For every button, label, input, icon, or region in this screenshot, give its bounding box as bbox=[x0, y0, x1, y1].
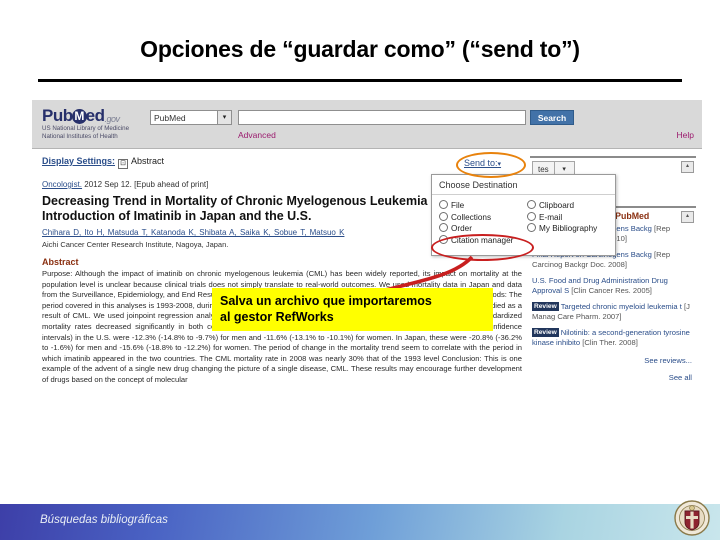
option-label: File bbox=[451, 201, 465, 210]
destination-column-right: Clipboard E-mail My Bibliography bbox=[527, 200, 615, 246]
tagline-line-2: National Institutes of Health bbox=[42, 133, 118, 140]
journal-link[interactable]: Oncologist. bbox=[42, 180, 82, 189]
callout-box: Salva un archivo que importaremos al ges… bbox=[212, 288, 493, 331]
university-crest-icon bbox=[674, 500, 710, 536]
logo-suffix-gov: .gov bbox=[104, 114, 120, 124]
logo-text-post: ed bbox=[85, 106, 105, 125]
chevron-down-icon[interactable]: ▾ bbox=[217, 111, 231, 124]
citation-manager-highlight-ellipse bbox=[431, 234, 534, 261]
collapse-icon[interactable]: ▴ bbox=[681, 211, 694, 223]
pubmed-header: Pub Med.gov US National Library of Medici… bbox=[32, 100, 702, 149]
destination-option-my-bibliography[interactable]: My Bibliography bbox=[527, 223, 615, 235]
search-button[interactable]: Search bbox=[530, 110, 574, 125]
pubmed-screenshot: Pub Med.gov US National Library of Medici… bbox=[32, 100, 702, 482]
collapse-icon[interactable]: ▴ bbox=[681, 161, 694, 173]
page-title: Opciones de “guardar como” (“send to”) bbox=[140, 36, 580, 62]
option-label: E-mail bbox=[539, 212, 563, 222]
send-to-highlight-ellipse bbox=[456, 152, 526, 178]
destination-option-clipboard[interactable]: Clipboard bbox=[527, 200, 615, 212]
review-badge: Review bbox=[532, 328, 559, 337]
abstract-heading: Abstract bbox=[42, 257, 79, 267]
display-settings-link[interactable]: Display Settings: bbox=[42, 156, 115, 166]
callout-line-2: al gestor RefWorks bbox=[220, 310, 334, 324]
logo-badge-m: M bbox=[71, 109, 87, 124]
option-label: Clipboard bbox=[539, 201, 575, 210]
list-item[interactable]: Review Nilotinib: a second-generation tyr… bbox=[532, 328, 696, 348]
search-input[interactable] bbox=[238, 110, 526, 125]
item-journal: [Clin Ther. 2008] bbox=[582, 338, 638, 347]
journal-details: 2012 Sep 12. [Epub ahead of print] bbox=[82, 180, 209, 189]
list-item[interactable]: Review Targeted chronic myeloid leukemia … bbox=[532, 302, 696, 322]
sidebar-filter-box: ▴ tes ▾ bbox=[530, 156, 696, 176]
advanced-search-link[interactable]: Advanced bbox=[238, 130, 276, 140]
tagline-line-1: US National Library of Medicine bbox=[42, 125, 130, 132]
radio-icon[interactable] bbox=[527, 211, 536, 221]
callout-line-1: Salva un archivo que importaremos bbox=[220, 294, 432, 308]
checkbox-icon[interactable]: ⊡ bbox=[118, 159, 129, 169]
destination-option-file[interactable]: File bbox=[439, 200, 527, 212]
radio-icon[interactable] bbox=[439, 211, 448, 221]
destination-option-email[interactable]: E-mail bbox=[527, 211, 615, 224]
option-label: My Bibliography bbox=[539, 224, 598, 233]
footer-label: Búsquedas bibliográficas bbox=[40, 514, 168, 526]
destination-option-collections[interactable]: Collections bbox=[439, 211, 527, 224]
item-journal: [Clin Cancer Res. 2005] bbox=[571, 286, 652, 295]
destination-option-order[interactable]: Order bbox=[439, 223, 527, 235]
review-badge: Review bbox=[532, 302, 559, 311]
database-select[interactable]: PubMed ▾ bbox=[150, 110, 232, 125]
list-item[interactable]: U.S. Food and Drug Administration Drug A… bbox=[532, 276, 696, 296]
option-label: Collections bbox=[451, 212, 492, 222]
choose-destination-heading: Choose Destination bbox=[432, 175, 615, 195]
see-all-link[interactable]: See all bbox=[530, 373, 692, 382]
pubmed-logo[interactable]: Pub Med.gov bbox=[42, 106, 120, 126]
radio-icon[interactable] bbox=[527, 200, 536, 209]
item-title: Targeted chronic myeloid leukemia t bbox=[560, 302, 682, 311]
display-settings-row[interactable]: Display Settings: ⊡ Abstract bbox=[42, 156, 522, 169]
help-link[interactable]: Help bbox=[677, 130, 694, 140]
slide-footer: Búsquedas bibliográficas bbox=[0, 500, 720, 540]
option-label: Order bbox=[451, 224, 472, 233]
database-select-value: PubMed bbox=[154, 113, 186, 123]
radio-icon[interactable] bbox=[527, 223, 536, 232]
agency-tagline: US National Library of Medicine National… bbox=[42, 125, 129, 141]
logo-text-pre: Pub bbox=[42, 106, 73, 125]
radio-icon[interactable] bbox=[439, 223, 448, 232]
see-reviews-link[interactable]: See reviews... bbox=[530, 356, 692, 365]
radio-icon[interactable] bbox=[439, 200, 448, 209]
title-divider bbox=[38, 79, 682, 82]
display-settings-value: Abstract bbox=[131, 156, 165, 166]
authors-text: Chihara D, Ito H, Matsuda T, Katanoda K,… bbox=[42, 228, 345, 237]
